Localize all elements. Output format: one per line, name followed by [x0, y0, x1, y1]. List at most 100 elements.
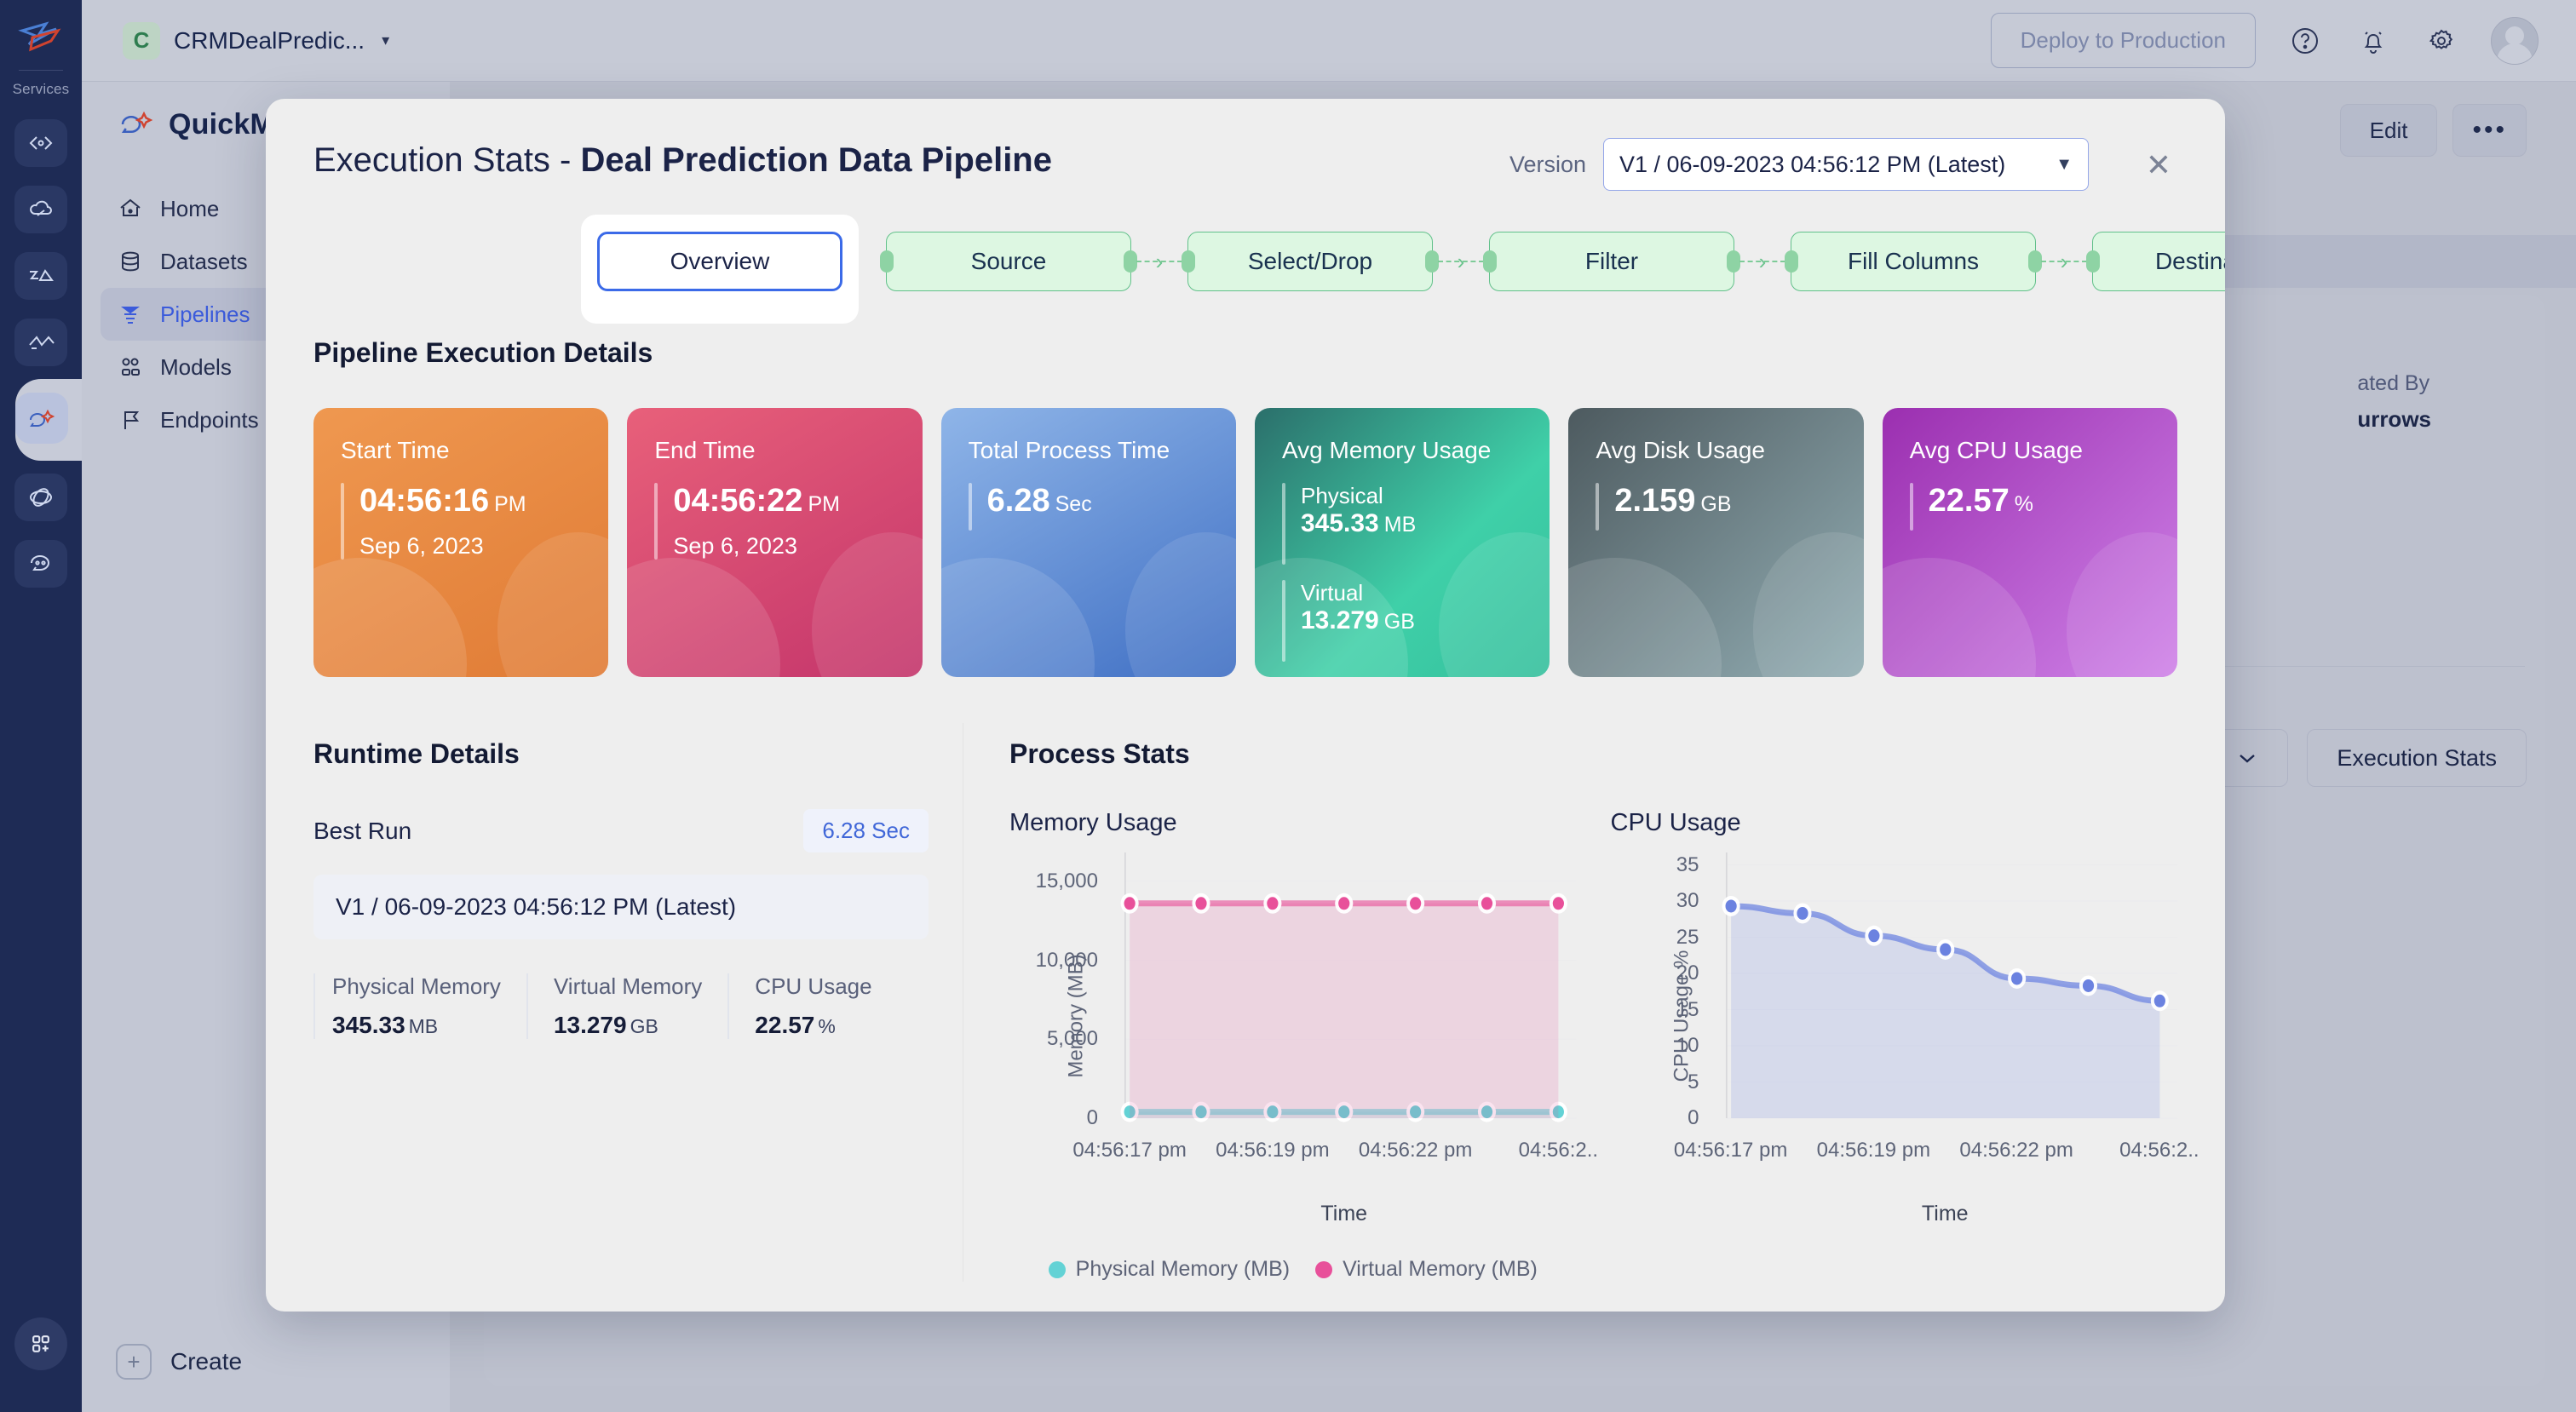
execution-stats-modal: Execution Stats - Deal Prediction Data P…	[266, 99, 2225, 1312]
create-button[interactable]: + Create	[116, 1344, 242, 1380]
execution-stats-button[interactable]: Execution Stats	[2307, 729, 2527, 787]
metric-unit: GB	[630, 1015, 658, 1037]
step-connector: ›	[1734, 250, 1791, 273]
sidebar-item-label: Home	[160, 195, 220, 221]
chart-ytick: 20	[1676, 961, 1699, 984]
process-stats: Process Stats Memory Usage Memory (MB) 0…	[963, 723, 2199, 1282]
project-initial-badge: C	[123, 21, 160, 60]
runtime-metrics: Physical Memory 345.33 MB Virtual Memory …	[313, 973, 929, 1039]
chart-title: CPU Usage	[1610, 809, 1741, 836]
project-selector[interactable]: C CRMDealPredic... ▾	[123, 21, 389, 60]
metric-value: 345.33	[332, 1012, 405, 1038]
chart-xtick: 04:56:17 pm	[1673, 1139, 1788, 1162]
chart-xtick: 04:56:22 pm	[1959, 1139, 2073, 1162]
modal-title-prefix: Execution Stats -	[313, 141, 581, 179]
chart-xtick: 04:56:19 pm	[1816, 1139, 1931, 1162]
rail-item-cloud[interactable]	[14, 186, 67, 233]
stat-card-avg-disk-usage: Avg Disk Usage 2.159 GB	[1568, 408, 1864, 677]
more-options-button[interactable]: •••	[2452, 104, 2527, 157]
app-root: Services QuickML Home Datasets Pipelines…	[0, 0, 2576, 1412]
runtime-details: Runtime Details Best Run 6.28 Sec V1 / 0…	[313, 723, 963, 1282]
chart-ytick: 10,000	[1035, 948, 1098, 972]
gear-icon[interactable]	[2423, 22, 2460, 60]
charts-row: Memory Usage Memory (MB) 0 5,000 10,000 15,…	[1009, 809, 2199, 1282]
card-sub: Sep 6, 2023	[673, 533, 797, 559]
chart-ytick: 25	[1676, 925, 1699, 949]
card-unit: GB	[1700, 492, 1732, 516]
pipeline-steps: Overview Source › Select/Drop › Filter ›…	[266, 215, 2225, 324]
card-sub: Sep 6, 2023	[359, 533, 484, 559]
card-value: 2.159	[1614, 483, 1696, 519]
chart-xtick: 04:56:17 pm	[1072, 1139, 1187, 1162]
rail-item-quickml[interactable]	[0, 379, 82, 461]
deploy-to-production-button[interactable]: Deploy to Production	[1990, 13, 2256, 68]
stat-card-end-time: End Time 04:56:22 PM Sep 6, 2023	[627, 408, 923, 677]
top-bar: C CRMDealPredic... ▾ Deploy to Productio…	[82, 0, 2576, 82]
card-row-unit: GB	[1383, 610, 1415, 634]
stat-card-avg-cpu-usage: Avg CPU Usage 22.57%	[1882, 408, 2177, 677]
step-source[interactable]: Source	[886, 232, 1131, 291]
close-icon[interactable]: ✕	[2140, 148, 2177, 186]
step-destination[interactable]: Destination	[2092, 232, 2225, 291]
help-icon[interactable]	[2286, 22, 2324, 60]
legend-color-dot	[1315, 1260, 1333, 1278]
metric-unit: %	[818, 1015, 836, 1037]
rail-item-flow[interactable]	[14, 319, 67, 366]
chart-ytick: 30	[1676, 889, 1699, 912]
step-chain: Source › Select/Drop › Filter › Fill Col…	[886, 232, 2225, 291]
create-label: Create	[170, 1348, 243, 1375]
card-value: 6.28	[986, 483, 1050, 519]
rail-item-orbit[interactable]	[14, 474, 67, 521]
metric-value: 22.57	[755, 1012, 815, 1038]
background-lower-actions: Execution Stats	[2206, 729, 2527, 787]
sidebar-item-label: Models	[160, 353, 232, 380]
metric-label: Virtual Memory	[553, 973, 703, 999]
chart-ytick: 0	[1688, 1106, 1699, 1129]
step-filter[interactable]: Filter	[1489, 232, 1734, 291]
version-select[interactable]: V1 / 06-09-2023 04:56:12 PM (Latest) ▼	[1603, 138, 2089, 191]
card-row-value: 13.279	[1300, 606, 1379, 634]
legend-item: Virtual Memory (MB)	[1315, 1257, 1538, 1282]
stat-card-start-time: Start Time 04:56:16 PM Sep 6, 2023	[313, 408, 609, 677]
modal-header: Execution Stats - Deal Prediction Data P…	[266, 99, 2225, 223]
best-run-label: Best Run	[313, 817, 412, 844]
edit-button[interactable]: Edit	[2339, 104, 2438, 157]
best-run-badge: 6.28 Sec	[803, 809, 929, 852]
card-title: Avg Disk Usage	[1596, 437, 1765, 463]
pipeline-execution-details-title: Pipeline Execution Details	[313, 337, 653, 368]
card-unit: Sec	[1055, 492, 1092, 516]
metric-label: Physical Memory	[332, 973, 501, 999]
chevron-down-icon: ▼	[2056, 154, 2073, 174]
card-row-label: Virtual	[1300, 580, 1364, 606]
rail-item-code[interactable]	[14, 119, 67, 167]
metric-value: 13.279	[553, 1012, 627, 1038]
chart-ytick: 35	[1676, 852, 1699, 876]
runtime-details-heading: Runtime Details	[313, 738, 520, 769]
step-select-drop[interactable]: Select/Drop	[1187, 232, 1433, 291]
avatar[interactable]	[2491, 16, 2539, 65]
card-title: Total Process Time	[968, 437, 1170, 463]
metric-unit: MB	[408, 1015, 439, 1037]
step-connector: ›	[1131, 250, 1187, 273]
tab-overview[interactable]: Overview	[597, 232, 842, 291]
stat-cards: Start Time 04:56:16 PM Sep 6, 2023 End Ti…	[313, 408, 2177, 677]
plus-icon: +	[116, 1344, 152, 1380]
chart-xtick: 04:56:2..	[1518, 1139, 1599, 1162]
rail-item-analytics[interactable]	[14, 252, 67, 300]
stat-card-total-process-time: Total Process Time 6.28 Sec	[940, 408, 1236, 677]
chart-plot-area: Memory (MB) 0 5,000 10,000 15,000 04:56:17 …	[1009, 846, 1598, 1186]
stat-card-avg-memory-usage: Avg Memory Usage Physical 345.33 MB Virtu…	[1254, 408, 1550, 677]
sidebar-item-label: Datasets	[160, 248, 248, 274]
chart-xlabel: Time	[1320, 1202, 1368, 1225]
sidebar-item-label: Endpoints	[160, 406, 259, 433]
chart-xtick: 04:56:19 pm	[1216, 1139, 1330, 1162]
apps-grid-icon[interactable]	[14, 1317, 67, 1370]
runtime-version-row[interactable]: V1 / 06-09-2023 04:56:12 PM (Latest)	[313, 875, 929, 939]
rail-item-chat[interactable]	[14, 540, 67, 588]
step-fill-columns[interactable]: Fill Columns	[1791, 232, 2036, 291]
top-bar-actions: Deploy to Production	[1990, 13, 2539, 68]
project-name: CRMDealPredic...	[174, 26, 365, 54]
bell-icon[interactable]	[2355, 22, 2392, 60]
background-meta: ated By urrows	[2357, 371, 2431, 433]
chart-plot-area: CPU Usage % 0 5 10 15 20 25 30 35 04:56:17 pm 04…	[1611, 846, 2199, 1186]
